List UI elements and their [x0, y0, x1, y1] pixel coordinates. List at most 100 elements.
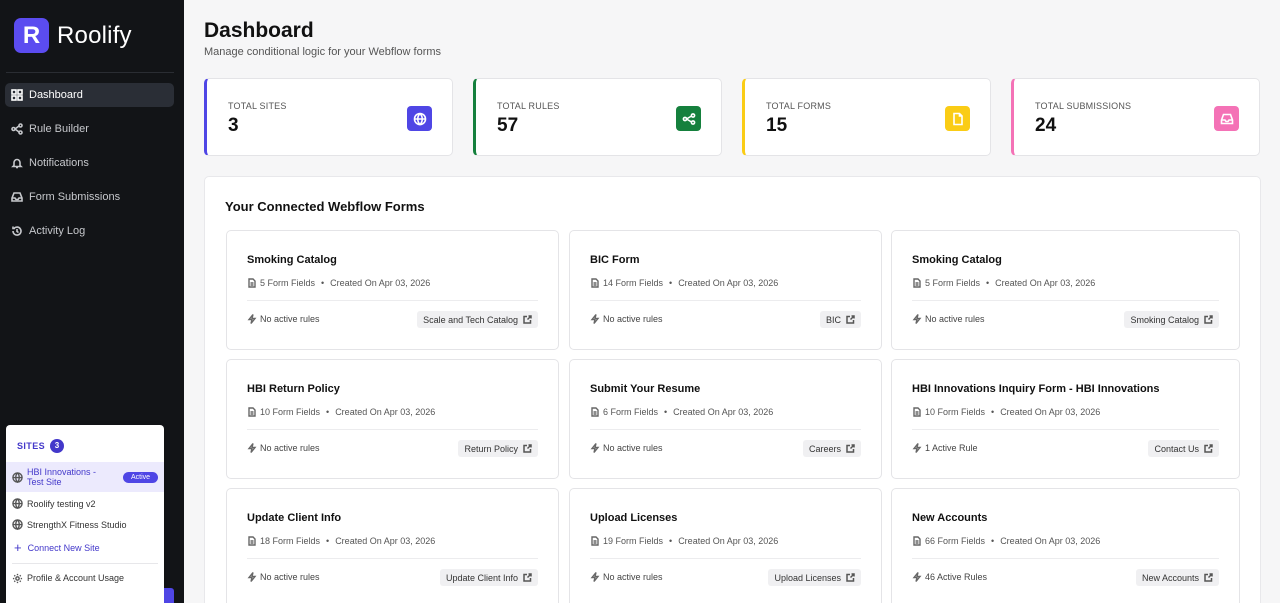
rules-status-text: No active rules [603, 314, 663, 324]
webflow-page-link[interactable]: Contact Us [1148, 440, 1219, 457]
main-content: Dashboard Manage conditional logic for y… [184, 0, 1280, 603]
history-icon [12, 226, 22, 236]
sidebar: R Roolify Dashboard Rule Builder Notific… [0, 0, 184, 603]
site-name: HBI Innovations - Test Site [27, 467, 97, 487]
rules-status: No active rules [247, 572, 320, 582]
form-meta: 66 Form Fields • Created On Apr 03, 2026 [912, 536, 1100, 546]
form-meta: 6 Form Fields • Created On Apr 03, 2026 [590, 407, 773, 417]
rules-status-text: 1 Active Rule [925, 443, 978, 453]
form-card-smoking-catalog-2[interactable]: Smoking Catalog 5 Form Fields • Created … [891, 230, 1240, 350]
bell-icon [11, 158, 23, 169]
stat-value: 15 [766, 115, 788, 136]
site-item-strengthx[interactable]: StrengthX Fitness Studio [6, 514, 164, 535]
file-icon [913, 536, 921, 546]
form-card-hbi-return-policy[interactable]: HBI Return Policy 10 Form Fields • Creat… [226, 359, 559, 479]
file-icon [591, 536, 599, 546]
form-title: HBI Return Policy [247, 383, 340, 395]
form-card-upload-licenses[interactable]: Upload Licenses 19 Form Fields • Created… [569, 488, 882, 603]
external-link-icon [846, 573, 855, 582]
webflow-page-link[interactable]: Update Client Info [439, 569, 538, 586]
stat-value: 24 [1035, 115, 1057, 136]
form-card-update-client-info[interactable]: Update Client Info 18 Form Fields • Crea… [226, 488, 559, 603]
sidebar-item-dashboard[interactable]: Dashboard [5, 83, 174, 107]
form-card-smoking-catalog[interactable]: Smoking Catalog 5 Form Fields • Created … [226, 230, 559, 350]
panel-title: Your Connected Webflow Forms [225, 199, 425, 214]
webflow-page-link[interactable]: Upload Licenses [768, 569, 861, 586]
form-meta: 14 Form Fields • Created On Apr 03, 2026 [590, 278, 778, 288]
lightning-icon [247, 572, 257, 582]
sidebar-item-notifications[interactable]: Notifications [5, 151, 174, 175]
form-field-count: 66 Form Fields [925, 536, 986, 546]
page-link-label: Upload Licenses [774, 572, 841, 583]
stat-card-total-sites: TOTAL SITES 3 [204, 78, 453, 156]
external-link-icon [846, 315, 855, 324]
site-item-roolify-testing[interactable]: Roolify testing v2 [6, 493, 164, 514]
sidebar-item-label: Notifications [29, 157, 89, 169]
file-icon [248, 278, 256, 288]
form-meta: 18 Form Fields • Created On Apr 03, 2026 [247, 536, 435, 546]
form-card-submit-your-resume[interactable]: Submit Your Resume 6 Form Fields • Creat… [569, 359, 882, 479]
lightning-icon [590, 443, 600, 453]
webflow-page-link[interactable]: BIC [819, 311, 861, 328]
rules-status: 46 Active Rules [912, 572, 987, 582]
webflow-page-link[interactable]: Return Policy [458, 440, 538, 457]
connect-new-site-button[interactable]: + Connect New Site [6, 537, 164, 559]
profile-label: Profile & Account Usage [27, 573, 125, 583]
separator-dot: • [986, 278, 990, 288]
rules-status: No active rules [590, 443, 663, 453]
card-divider [590, 558, 861, 559]
webflow-page-link[interactable]: Careers [802, 440, 861, 457]
external-link-icon [523, 444, 532, 453]
stat-card-total-submissions: TOTAL SUBMISSIONS 24 [1011, 78, 1260, 156]
sites-popover: SITES 3 HBI Innovations - Test Site Acti… [6, 425, 164, 603]
profile-account-usage-link[interactable]: Profile & Account Usage [6, 567, 164, 589]
card-divider [590, 300, 861, 301]
popover-divider [12, 563, 158, 564]
sidebar-item-label: Rule Builder [29, 123, 89, 135]
external-link-icon [846, 444, 855, 453]
form-title: Upload Licenses [590, 512, 678, 524]
lightning-icon [590, 314, 600, 324]
form-meta: 10 Form Fields • Created On Apr 03, 2026 [912, 407, 1100, 417]
separator-dot: • [326, 407, 330, 417]
site-item-hbi-innovations[interactable]: HBI Innovations - Test Site Active [6, 462, 164, 492]
form-title: HBI Innovations Inquiry Form - HBI Innov… [912, 383, 1160, 395]
form-card-bic-form[interactable]: BIC Form 14 Form Fields • Created On Apr… [569, 230, 882, 350]
stat-label: TOTAL SITES [228, 101, 287, 111]
external-link-icon [1204, 573, 1213, 582]
card-divider [247, 300, 538, 301]
rules-status-text: No active rules [260, 572, 320, 582]
page-link-label: Contact Us [1154, 443, 1199, 454]
brand-logo[interactable]: R Roolify [14, 18, 132, 53]
external-link-icon [1204, 444, 1213, 453]
lightning-icon [912, 314, 922, 324]
stat-label: TOTAL RULES [497, 101, 560, 111]
sidebar-item-form-submissions[interactable]: Form Submissions [5, 185, 174, 209]
rules-status-text: No active rules [260, 443, 320, 453]
separator-dot: • [991, 536, 995, 546]
rules-status: No active rules [590, 572, 663, 582]
sidebar-item-activity-log[interactable]: Activity Log [5, 219, 174, 243]
sidebar-item-label: Dashboard [29, 89, 83, 101]
form-card-hbi-inquiry-form[interactable]: HBI Innovations Inquiry Form - HBI Innov… [891, 359, 1240, 479]
webflow-page-link[interactable]: Smoking Catalog [1124, 311, 1219, 328]
site-switcher-button[interactable] [164, 588, 174, 603]
rules-status-text: No active rules [925, 314, 985, 324]
form-meta: 19 Form Fields • Created On Apr 03, 2026 [590, 536, 778, 546]
file-icon [248, 407, 256, 417]
separator-dot: • [669, 536, 673, 546]
webflow-page-link[interactable]: New Accounts [1135, 569, 1219, 586]
active-badge: Active [123, 471, 159, 483]
form-field-count: 10 Form Fields [260, 407, 321, 417]
webflow-page-link[interactable]: Scale and Tech Catalog [417, 311, 538, 328]
rules-status-text: No active rules [260, 314, 320, 324]
form-card-new-accounts[interactable]: New Accounts 66 Form Fields • Created On… [891, 488, 1240, 603]
form-title: Smoking Catalog [247, 254, 337, 266]
card-divider [247, 429, 538, 430]
external-link-icon [523, 573, 532, 582]
logo-mark: R [14, 18, 49, 53]
sidebar-item-rule-builder[interactable]: Rule Builder [5, 117, 174, 141]
connected-forms-panel: Your Connected Webflow Forms Smoking Cat… [204, 176, 1261, 603]
share-icon [11, 123, 23, 135]
sidebar-divider [6, 72, 174, 73]
